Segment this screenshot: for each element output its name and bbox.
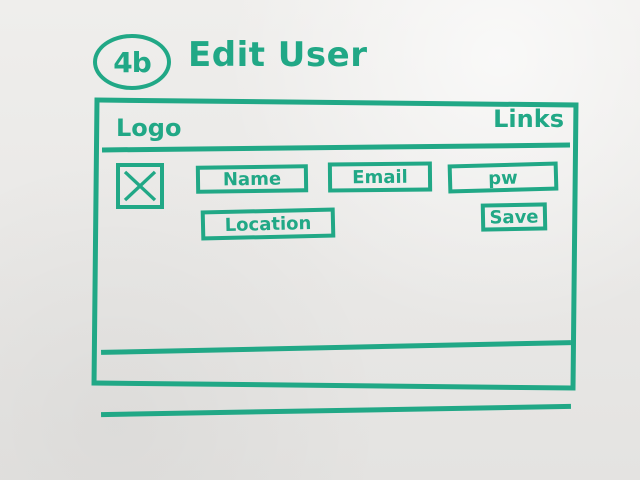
save-button-label: Save [489,206,539,229]
name-field-label: Name [222,168,282,191]
screen-number-badge: 4b [93,34,171,90]
image-placeholder-icon [116,163,164,209]
password-field-label: pw [487,167,519,189]
location-field[interactable]: Location [200,207,336,241]
links-label[interactable]: Links [493,107,564,131]
logo-label: Logo [116,114,182,142]
name-field[interactable]: Name [195,164,309,194]
location-field-label: Location [224,213,312,236]
page-title: Edit User [188,35,368,75]
save-button[interactable]: Save [480,202,548,232]
email-field-label: Email [352,166,408,189]
email-field[interactable]: Email [327,161,433,193]
password-field[interactable]: pw [447,161,559,194]
